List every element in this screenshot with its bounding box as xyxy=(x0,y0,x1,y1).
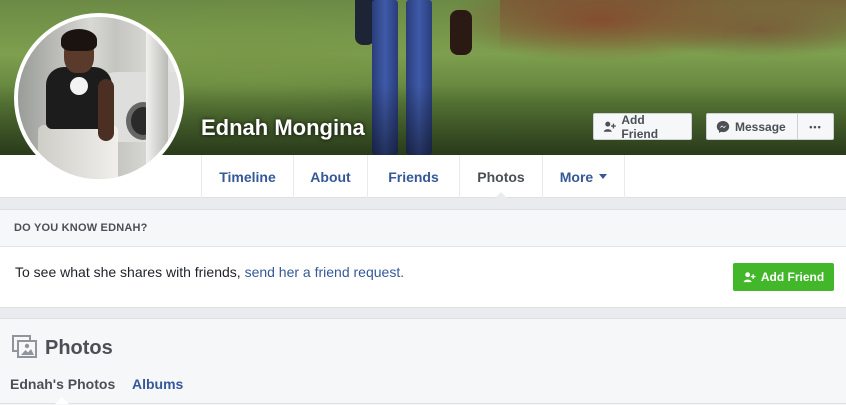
active-subtab-pointer xyxy=(55,397,69,404)
messenger-icon xyxy=(716,120,730,133)
do-you-know-prefix: To see what she shares with friends, xyxy=(15,264,245,280)
tab-timeline[interactable]: Timeline xyxy=(201,155,293,198)
add-friend-icon xyxy=(603,121,616,132)
message-button[interactable]: Message xyxy=(706,113,798,140)
tab-more-label: More xyxy=(559,168,594,185)
tab-friends-label: Friends xyxy=(388,168,439,185)
cover-hand xyxy=(450,10,472,55)
caret-down-icon xyxy=(599,174,608,179)
photos-divider xyxy=(0,403,846,404)
tab-photos-label: Photos xyxy=(477,168,525,185)
profile-picture[interactable] xyxy=(14,13,184,183)
send-friend-request-link[interactable]: send her a friend request. xyxy=(245,264,405,280)
more-dots-icon: ••• xyxy=(809,121,822,132)
photos-icon xyxy=(12,335,37,358)
cover-ground xyxy=(500,0,846,50)
subtab-ednahs-photos[interactable]: Ednah's Photos xyxy=(10,376,115,392)
photos-section: Photos Ednah's Photos Albums xyxy=(0,318,846,405)
tab-photos[interactable]: Photos xyxy=(459,155,542,199)
profile-name[interactable]: Ednah Mongina xyxy=(201,115,365,141)
tab-more[interactable]: More xyxy=(542,155,625,198)
tab-timeline-label: Timeline xyxy=(219,168,276,185)
tab-friends[interactable]: Friends xyxy=(367,155,459,198)
do-you-know-heading: DO YOU KNOW EDNAH? xyxy=(0,210,846,247)
add-friend-green-button[interactable]: Add Friend xyxy=(733,263,834,291)
subtab-albums[interactable]: Albums xyxy=(132,376,183,392)
add-friend-green-label: Add Friend xyxy=(760,270,825,284)
do-you-know-box: DO YOU KNOW EDNAH? To see what she share… xyxy=(0,209,846,308)
photos-title: Photos xyxy=(45,337,113,359)
add-friend-label: Add Friend xyxy=(621,112,659,141)
tab-about[interactable]: About xyxy=(293,155,367,198)
more-options-button[interactable]: ••• xyxy=(797,113,834,140)
add-friend-button[interactable]: Add Friend xyxy=(593,112,692,141)
message-label: Message xyxy=(735,119,786,134)
do-you-know-text: To see what she shares with friends, sen… xyxy=(15,264,404,280)
tab-about-label: About xyxy=(310,168,351,185)
add-friend-icon xyxy=(743,271,756,282)
